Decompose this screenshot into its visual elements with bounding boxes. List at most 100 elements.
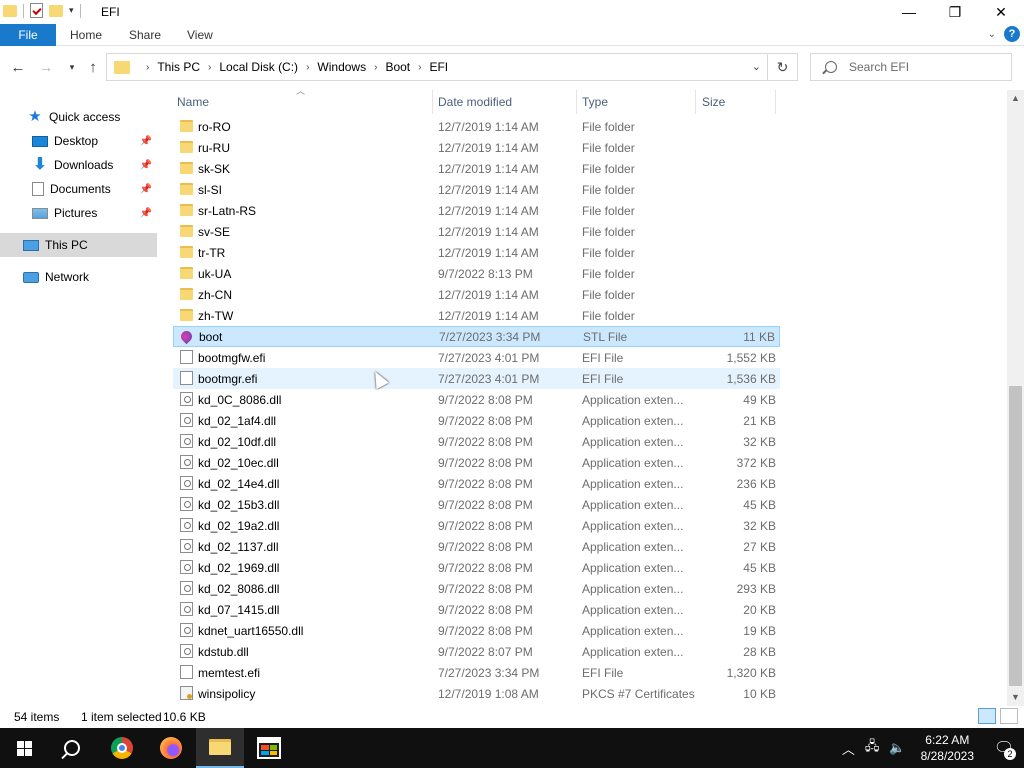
file-row[interactable]: zh-CN 12/7/2019 1:14 AM File folder — [173, 284, 780, 305]
file-row[interactable]: ru-RU 12/7/2019 1:14 AM File folder — [173, 137, 780, 158]
folder-icon — [180, 267, 193, 279]
taskbar-file-explorer[interactable] — [196, 728, 244, 768]
tab-view[interactable]: View — [187, 24, 213, 46]
scroll-down-arrow-icon[interactable]: ▼ — [1007, 689, 1024, 706]
column-header-size[interactable]: Size — [702, 90, 725, 114]
sidebar-item-this-pc[interactable]: This PC — [0, 233, 157, 257]
forward-arrow-icon[interactable]: → — [36, 57, 56, 77]
chevron-right-icon[interactable]: › — [418, 62, 421, 73]
refresh-icon[interactable]: ↻ — [767, 54, 797, 80]
chevron-right-icon[interactable]: › — [208, 62, 211, 73]
file-row[interactable]: sr-Latn-RS 12/7/2019 1:14 AM File folder — [173, 200, 780, 221]
notification-badge: 2 — [1004, 748, 1016, 760]
scrollbar-thumb[interactable] — [1009, 386, 1022, 686]
column-header-date[interactable]: Date modified — [438, 90, 512, 114]
new-folder-icon[interactable] — [49, 4, 63, 17]
tab-home[interactable]: Home — [70, 24, 102, 46]
close-button[interactable]: ✕ — [978, 0, 1024, 24]
file-row[interactable]: kd_02_14e4.dll 9/7/2022 8:08 PM Applicatio… — [173, 473, 780, 494]
file-row[interactable]: kd_02_19a2.dll 9/7/2022 8:08 PM Applicatio… — [173, 515, 780, 536]
search-icon — [64, 740, 80, 756]
breadcrumb-windows[interactable]: Windows — [317, 60, 366, 74]
file-type: Application exten... — [582, 581, 684, 596]
breadcrumb-boot[interactable]: Boot — [385, 60, 410, 74]
action-center-button[interactable]: 🗨 2 — [984, 728, 1024, 768]
column-header-type[interactable]: Type — [582, 90, 608, 114]
vertical-scrollbar[interactable]: ▲ ▼ — [1007, 90, 1024, 706]
recent-locations-chevron-icon[interactable]: ▾ — [62, 57, 82, 77]
breadcrumb-this-pc[interactable]: This PC — [157, 60, 200, 74]
column-divider[interactable] — [576, 90, 577, 114]
file-row[interactable]: zh-TW 12/7/2019 1:14 AM File folder — [173, 305, 780, 326]
large-icons-view-icon[interactable] — [1000, 708, 1018, 724]
address-bar[interactable]: › This PC › Local Disk (C:) › Windows › … — [106, 53, 798, 81]
file-row[interactable]: memtest.efi 7/27/2023 3:34 PM EFI File 1,32… — [173, 662, 780, 683]
pin-icon: 📌 — [139, 207, 152, 219]
customize-toolbar-chevron-icon[interactable]: ▾ — [69, 5, 74, 16]
file-row[interactable]: kd_07_1415.dll 9/7/2022 8:08 PM Applicatio… — [173, 599, 780, 620]
file-row[interactable]: winsipolicy 12/7/2019 1:08 AM PKCS #7 Cert… — [173, 683, 780, 704]
file-row[interactable]: ro-RO 12/7/2019 1:14 AM File folder — [173, 116, 780, 137]
file-row[interactable]: kd_02_1969.dll 9/7/2022 8:08 PM Applicatio… — [173, 557, 780, 578]
file-row[interactable]: kd_02_1af4.dll 9/7/2022 8:08 PM Applicatio… — [173, 410, 780, 431]
file-row[interactable]: kdstub.dll 9/7/2022 8:07 PM Application ex… — [173, 641, 780, 662]
search-input[interactable]: Search EFI — [810, 53, 1012, 81]
taskbar-search-button[interactable] — [48, 728, 96, 768]
properties-icon[interactable] — [30, 3, 43, 18]
pin-icon: 📌 — [139, 135, 152, 147]
sidebar-item-quick-access[interactable]: ★ Quick access — [0, 105, 157, 129]
up-arrow-icon[interactable]: ↑ — [83, 57, 103, 77]
column-header-name[interactable]: Name — [177, 90, 209, 114]
details-view-icon[interactable] — [978, 708, 996, 724]
tab-share[interactable]: Share — [129, 24, 161, 46]
file-row[interactable]: tr-TR 12/7/2019 1:14 AM File folder — [173, 242, 780, 263]
chevron-right-icon[interactable]: › — [374, 62, 377, 73]
sidebar-item-network[interactable]: Network — [0, 265, 157, 289]
file-row[interactable]: sl-SI 12/7/2019 1:14 AM File folder — [173, 179, 780, 200]
tab-file[interactable]: File — [0, 24, 56, 46]
sidebar-item-documents[interactable]: Documents 📌 — [0, 177, 157, 201]
scroll-up-arrow-icon[interactable]: ▲ — [1007, 90, 1024, 107]
sidebar-item-pictures[interactable]: Pictures 📌 — [0, 201, 157, 225]
minimize-button[interactable]: — — [886, 0, 932, 24]
volume-icon[interactable]: 🔈 — [889, 740, 905, 756]
file-row[interactable]: boot 7/27/2023 3:34 PM STL File 11 KB — [173, 326, 780, 347]
file-row[interactable]: kd_02_8086.dll 9/7/2022 8:08 PM Applicatio… — [173, 578, 780, 599]
help-icon[interactable]: ? — [1004, 26, 1020, 42]
taskbar-firefox[interactable] — [147, 728, 195, 768]
chevron-right-icon[interactable]: › — [306, 62, 309, 73]
file-row[interactable]: kd_02_10ec.dll 9/7/2022 8:08 PM Applicatio… — [173, 452, 780, 473]
taskbar-chrome[interactable] — [98, 728, 146, 768]
address-dropdown-chevron-icon[interactable]: ⌄ — [752, 60, 761, 73]
column-divider[interactable] — [775, 90, 776, 114]
maximize-button[interactable]: ❐ — [932, 0, 978, 24]
chevron-up-icon[interactable]: ︿ — [842, 739, 855, 758]
taskbar-store[interactable] — [245, 728, 293, 768]
quick-access-toolbar: ▾ — [0, 3, 81, 18]
folder-icon — [114, 60, 130, 74]
column-divider[interactable] — [432, 90, 433, 114]
file-row[interactable]: kd_02_15b3.dll 9/7/2022 8:08 PM Applicatio… — [173, 494, 780, 515]
file-row[interactable]: bootmgr.efi 7/27/2023 4:01 PM EFI File 1,53… — [173, 368, 780, 389]
breadcrumb-local-disk[interactable]: Local Disk (C:) — [219, 60, 298, 74]
breadcrumb-efi[interactable]: EFI — [429, 60, 448, 74]
file-row[interactable]: kd_0C_8086.dll 9/7/2022 8:08 PM Applicatio… — [173, 389, 780, 410]
start-button[interactable] — [0, 728, 48, 768]
file-row[interactable]: kd_02_10df.dll 9/7/2022 8:08 PM Applicatio… — [173, 431, 780, 452]
file-row[interactable]: kdnet_uart16550.dll 9/7/2022 8:08 PM Appli… — [173, 620, 780, 641]
file-row[interactable]: sk-SK 12/7/2019 1:14 AM File folder — [173, 158, 780, 179]
file-size: 10 KB — [743, 686, 776, 701]
file-row[interactable]: sv-SE 12/7/2019 1:14 AM File folder — [173, 221, 780, 242]
sidebar-item-desktop[interactable]: Desktop 📌 — [0, 129, 157, 153]
network-icon[interactable]: 🖧 — [865, 737, 880, 759]
back-arrow-icon[interactable]: ← — [8, 57, 28, 77]
file-date: 9/7/2022 8:08 PM — [438, 476, 533, 491]
file-row[interactable]: uk-UA 9/7/2022 8:13 PM File folder — [173, 263, 780, 284]
sidebar-item-downloads[interactable]: ⬇ Downloads 📌 — [0, 153, 157, 177]
file-type: Application exten... — [582, 476, 684, 491]
clock[interactable]: 6:22 AM 8/28/2023 — [921, 732, 974, 764]
file-row[interactable]: kd_02_1137.dll 9/7/2022 8:08 PM Applicatio… — [173, 536, 780, 557]
file-row[interactable]: bootmgfw.efi 7/27/2023 4:01 PM EFI File 1,5… — [173, 347, 780, 368]
expand-ribbon-chevron-icon[interactable]: ⌄ — [988, 29, 996, 40]
column-divider[interactable] — [695, 90, 696, 114]
